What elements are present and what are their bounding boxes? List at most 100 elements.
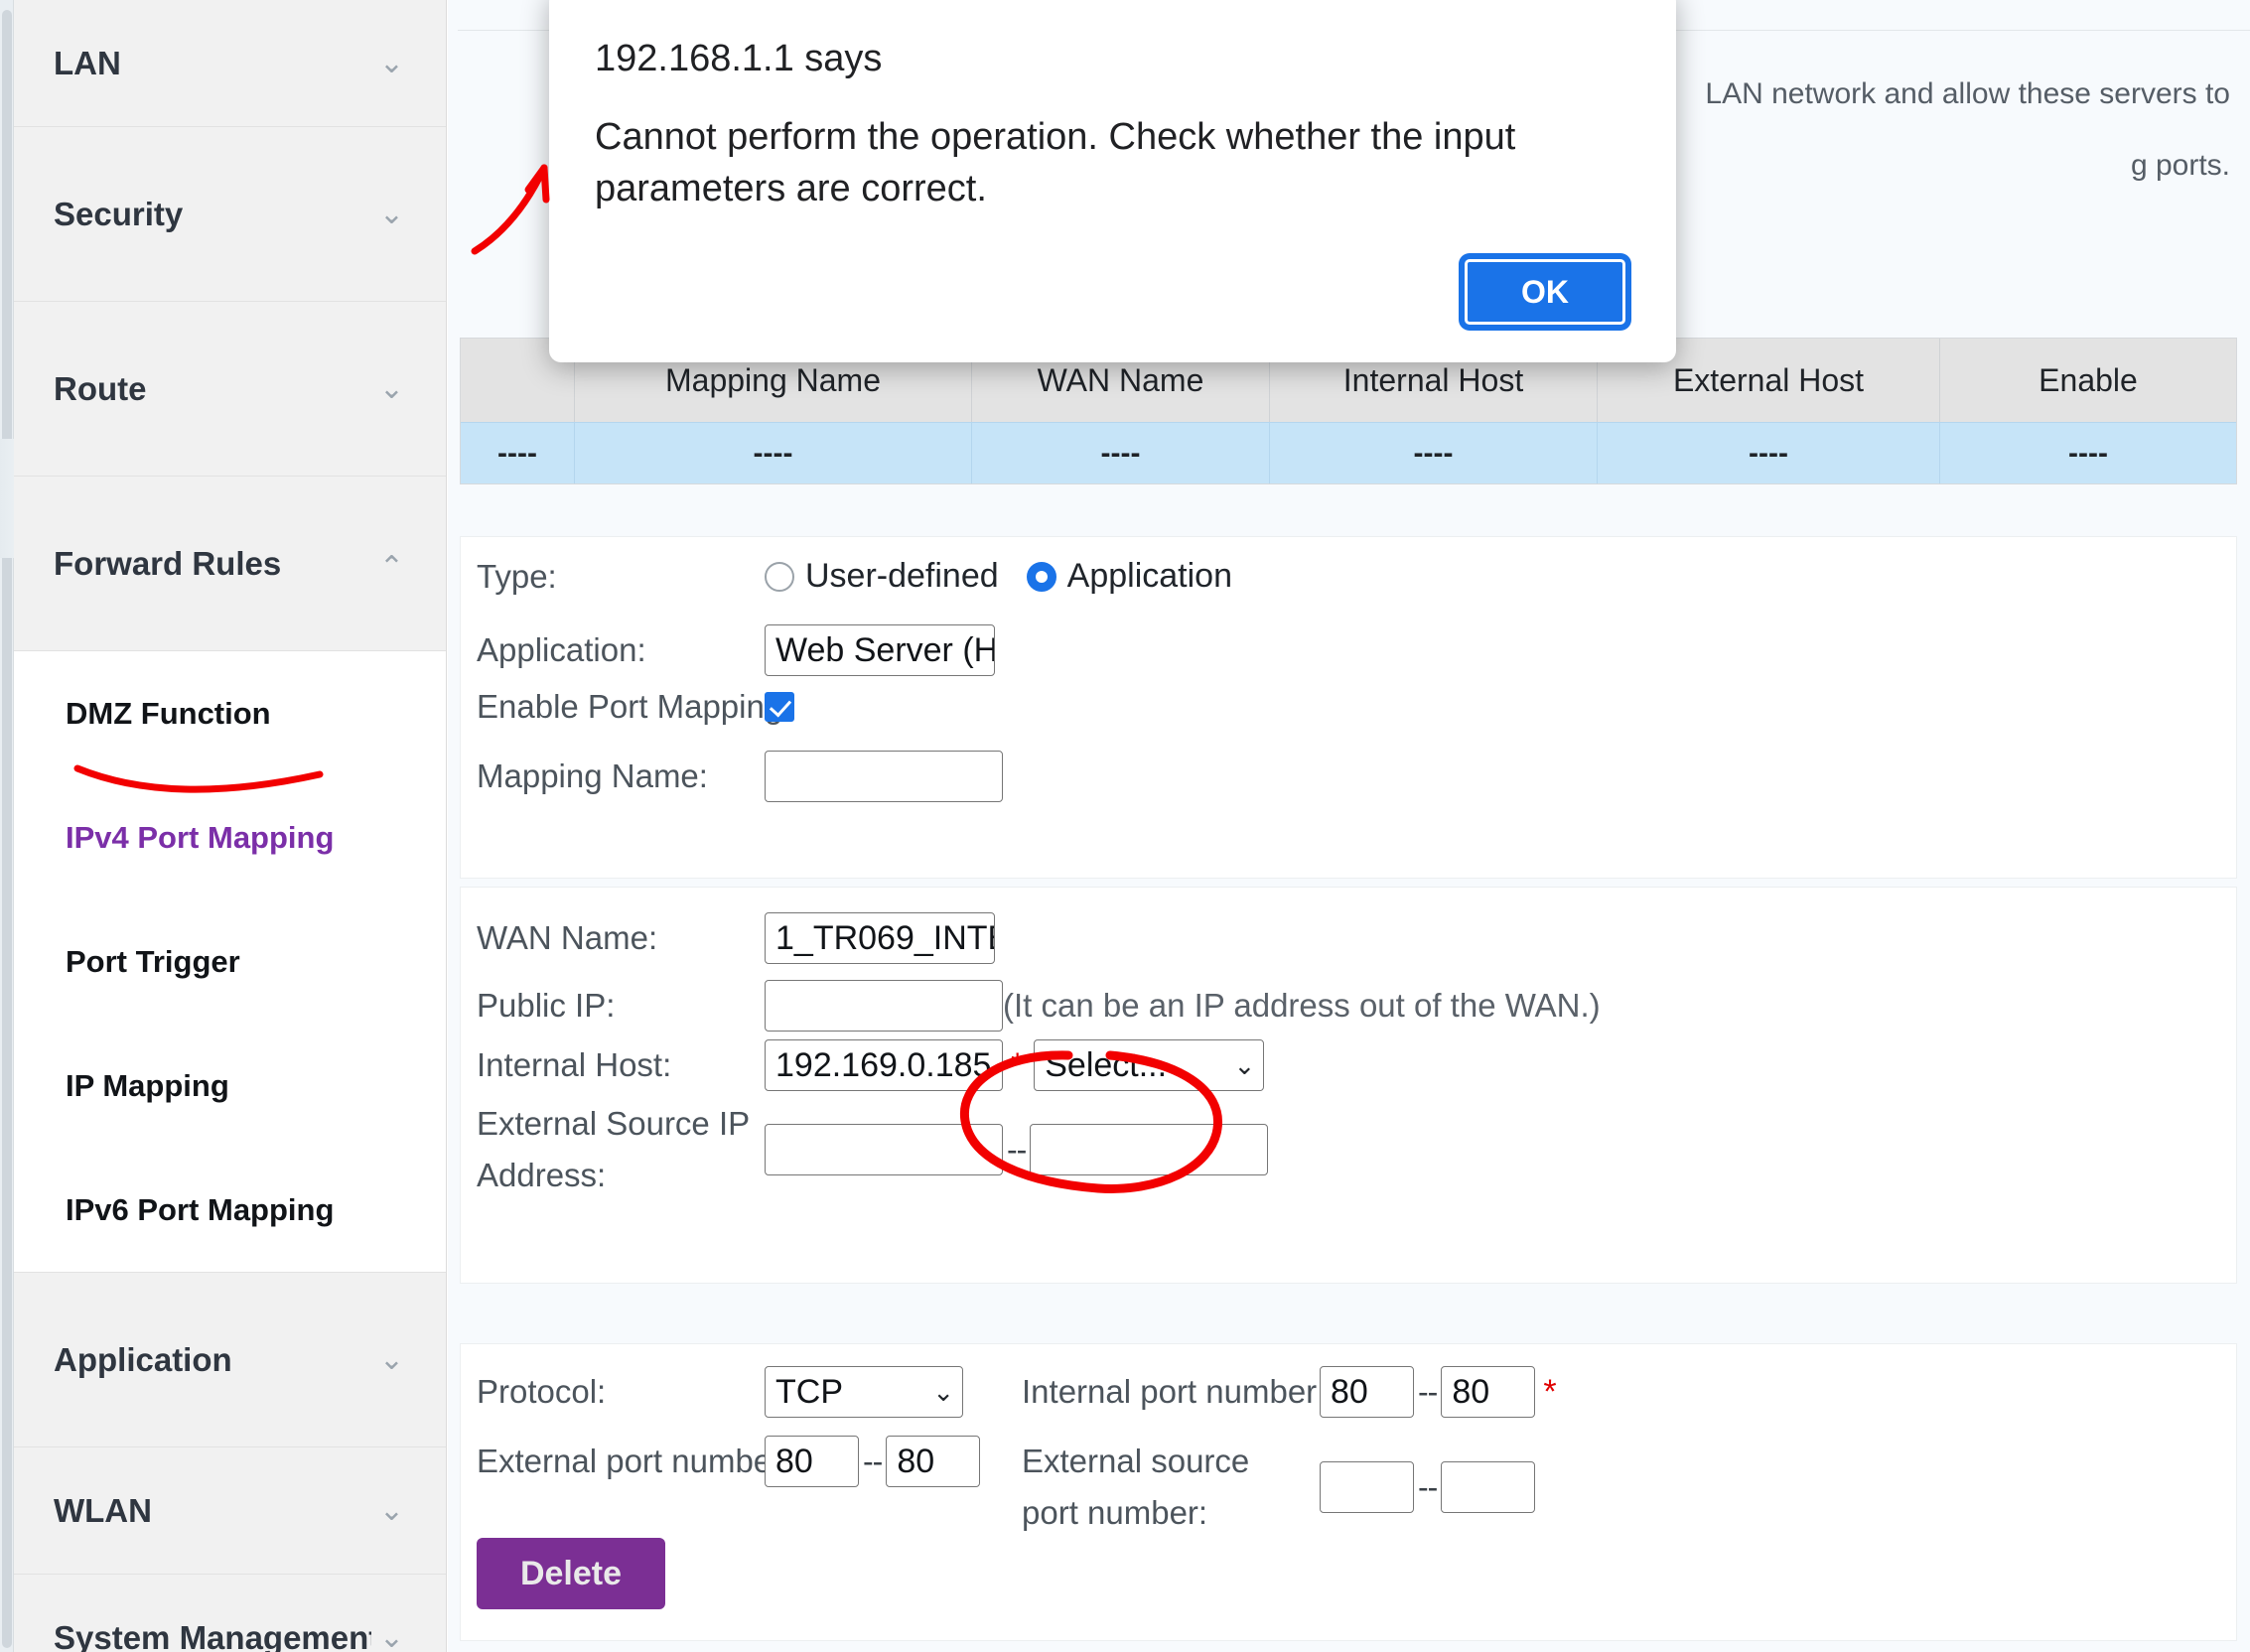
sidebar-item-label: DMZ Function xyxy=(66,695,271,731)
external-port-end-input[interactable]: 80 xyxy=(886,1436,981,1487)
internal-host-label: Internal Host: xyxy=(477,1046,672,1083)
protocol-select[interactable]: TCP ⌄ xyxy=(765,1366,963,1418)
radio-application[interactable] xyxy=(1026,561,1056,592)
table-cell: ---- xyxy=(972,423,1270,483)
external-source-port-start-input[interactable] xyxy=(1320,1461,1414,1513)
internal-host-select[interactable]: Select... ⌄ xyxy=(1034,1039,1265,1091)
internal-host-input[interactable]: 192.169.0.185 xyxy=(765,1039,1003,1091)
table-header-cell: Enable xyxy=(2039,361,2138,398)
table-cell: ---- xyxy=(461,423,575,483)
chevron-up-icon: ⌄ xyxy=(378,547,404,581)
ports-panel: Protocol: TCP ⌄ External port number: 80… xyxy=(460,1343,2237,1641)
external-port-start-input[interactable]: 80 xyxy=(765,1436,859,1487)
field-internal-port-number: Internal port number: 80 -- 80 * xyxy=(1022,1366,1567,1418)
chevron-down-icon: ⌄ xyxy=(1233,1049,1256,1080)
sidebar-group-label: Route xyxy=(54,369,147,407)
page-scrollbar[interactable] xyxy=(0,0,14,1652)
chevron-down-icon: ⌄ xyxy=(378,197,404,230)
wan-name-label: WAN Name: xyxy=(477,919,658,956)
table-row[interactable]: ---- ---- ---- ---- ---- ---- xyxy=(461,422,2236,483)
table-cell: ---- xyxy=(1598,423,1940,483)
sidebar-group-label: Security xyxy=(54,195,184,232)
field-external-source-ip: External Source IP Address: -- xyxy=(477,1098,1269,1201)
mapping-name-input[interactable] xyxy=(765,751,1003,802)
sidebar-group-system-management[interactable]: System Management ⌄ xyxy=(14,1575,446,1652)
chevron-down-icon: ⌄ xyxy=(378,371,404,405)
dialog-origin: 192.168.1.1 says xyxy=(595,38,883,79)
sidebar-group-forward-rules[interactable]: Forward Rules ⌄ xyxy=(14,477,446,651)
sidebar-group-label: Application xyxy=(54,1340,232,1378)
chevron-down-icon: ⌄ xyxy=(378,1342,404,1376)
sidebar-group-lan[interactable]: LAN ⌄ xyxy=(14,0,446,127)
field-mapping-name: Mapping Name: xyxy=(477,751,1003,802)
sidebar-item-ipv4-port-mapping[interactable]: IPv4 Port Mapping xyxy=(14,775,446,899)
sidebar-group-label: Forward Rules xyxy=(54,544,282,582)
external-source-port-label: External source port number: xyxy=(1022,1443,1250,1531)
range-separator: -- xyxy=(1418,1468,1438,1505)
field-protocol: Protocol: TCP ⌄ xyxy=(477,1366,963,1418)
sidebar-group-application[interactable]: Application ⌄ xyxy=(14,1273,446,1447)
sidebar-group-security[interactable]: Security ⌄ xyxy=(14,127,446,302)
chevron-down-icon: ⌄ xyxy=(378,1493,404,1527)
internal-host-required-marker: * xyxy=(1011,1045,1025,1084)
application-label: Application: xyxy=(477,631,646,668)
internal-port-end-value: 80 xyxy=(1452,1372,1490,1411)
external-source-ip-label: External Source IP Address: xyxy=(477,1105,750,1193)
page-scrollbar-thumb[interactable] xyxy=(2,10,12,1648)
internal-port-start-input[interactable]: 80 xyxy=(1320,1366,1414,1418)
dialog-ok-button[interactable]: OK xyxy=(1462,256,1628,328)
field-type: Type: User-defined Application xyxy=(477,557,1260,596)
sidebar-item-dmz-function[interactable]: DMZ Function xyxy=(14,651,446,775)
enable-port-mapping-checkbox[interactable] xyxy=(765,692,794,722)
internal-port-label: Internal port number: xyxy=(1022,1373,1327,1410)
sidebar-item-label: IPv4 Port Mapping xyxy=(66,819,335,855)
radio-application-label: Application xyxy=(1066,557,1232,595)
internal-port-start-value: 80 xyxy=(1331,1372,1368,1411)
application-select[interactable]: Web Server (HTTP) ⌄ xyxy=(765,624,995,676)
wan-name-select[interactable]: 1_TR069_INTERNET ⌄ xyxy=(765,912,995,964)
chevron-down-icon: ⌄ xyxy=(378,1620,404,1652)
chevron-down-icon: ⌄ xyxy=(378,46,404,79)
sidebar-item-label: IP Mapping xyxy=(66,1067,229,1103)
sidebar-group-wlan[interactable]: WLAN ⌄ xyxy=(14,1447,446,1575)
field-public-ip: Public IP: (It can be an IP address out … xyxy=(477,980,1601,1032)
dialog-message: Cannot perform the operation. Check whet… xyxy=(595,116,1516,209)
range-separator: -- xyxy=(1007,1131,1027,1168)
sidebar-item-ipv6-port-mapping[interactable]: IPv6 Port Mapping xyxy=(14,1148,446,1272)
field-internal-host: Internal Host: 192.169.0.185 * Select...… xyxy=(477,1039,1265,1091)
table-cell: ---- xyxy=(1270,423,1598,483)
application-select-value: Web Server (HTTP) xyxy=(775,630,994,669)
radio-user-defined-label: User-defined xyxy=(805,557,999,595)
app-root: ‹ LAN ⌄ Security ⌄ Route ⌄ Forward Rules… xyxy=(0,0,2250,1652)
public-ip-hint: (It can be an IP address out of the WAN.… xyxy=(1003,987,1601,1024)
sidebar-subgroup-forward-rules: DMZ Function IPv4 Port Mapping Port Trig… xyxy=(14,651,446,1273)
mapping-settings-panel: Type: User-defined Application Applicati… xyxy=(460,536,2237,879)
wan-name-select-value: 1_TR069_INTERNET xyxy=(775,918,994,957)
type-radio-group: User-defined Application xyxy=(765,557,1260,596)
internal-host-value: 192.169.0.185 xyxy=(775,1045,992,1084)
field-external-port-number: External port number: 80 -- 80 xyxy=(477,1436,981,1487)
public-ip-label: Public IP: xyxy=(477,987,616,1024)
delete-button[interactable]: Delete xyxy=(477,1538,665,1609)
public-ip-input[interactable] xyxy=(765,980,1003,1032)
sidebar-group-label: LAN xyxy=(54,44,121,81)
range-separator: -- xyxy=(1418,1373,1438,1410)
table-cell: ---- xyxy=(2068,436,2108,470)
external-port-end-value: 80 xyxy=(897,1442,935,1480)
field-application: Application: Web Server (HTTP) ⌄ xyxy=(477,624,995,676)
external-source-ip-start-input[interactable] xyxy=(765,1124,1003,1175)
external-source-ip-end-input[interactable] xyxy=(1030,1124,1269,1175)
radio-user-defined[interactable] xyxy=(765,561,794,592)
sidebar: LAN ⌄ Security ⌄ Route ⌄ Forward Rules ⌄… xyxy=(14,0,447,1652)
field-external-source-port-number: External source port number: -- xyxy=(1022,1436,1536,1539)
field-enable-port-mapping: Enable Port Mapping: xyxy=(477,688,794,726)
sidebar-item-ip-mapping[interactable]: IP Mapping xyxy=(14,1024,446,1148)
network-settings-panel: WAN Name: 1_TR069_INTERNET ⌄ Public IP: … xyxy=(460,887,2237,1284)
type-label: Type: xyxy=(477,557,557,595)
internal-port-end-input[interactable]: 80 xyxy=(1441,1366,1536,1418)
external-source-port-end-input[interactable] xyxy=(1441,1461,1536,1513)
external-port-label: External port number: xyxy=(477,1443,792,1479)
sidebar-item-port-trigger[interactable]: Port Trigger xyxy=(14,899,446,1024)
sidebar-item-label: IPv6 Port Mapping xyxy=(66,1191,335,1227)
sidebar-group-route[interactable]: Route ⌄ xyxy=(14,302,446,477)
